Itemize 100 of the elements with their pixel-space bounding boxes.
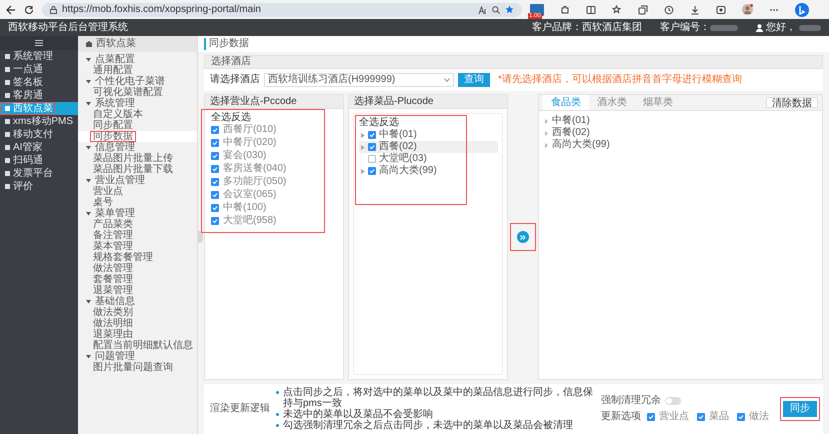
sidebar-item[interactable]: 扫码通: [0, 154, 78, 167]
square-icon: [5, 93, 10, 98]
checkbox[interactable]: [211, 165, 219, 173]
sidebar-item[interactable]: 系统管理: [0, 50, 78, 63]
bullet-icon: [276, 424, 279, 427]
menu-group[interactable]: 点菜配置: [78, 54, 197, 65]
checkbox[interactable]: [211, 178, 219, 186]
submenu-item[interactable]: 做法管理: [78, 263, 197, 274]
menu-group[interactable]: 问题管理: [78, 351, 197, 362]
select-all-link[interactable]: 全选反选: [359, 117, 498, 128]
checkbox[interactable]: [368, 167, 376, 175]
submenu-item[interactable]: 通用配置: [78, 65, 197, 76]
checkbox[interactable]: [211, 139, 219, 147]
square-icon: [5, 171, 10, 176]
submenu-item[interactable]: 配置当前明细默认信息: [78, 340, 197, 351]
sidebar-item[interactable]: AI管家: [0, 141, 78, 154]
tree-label: 西餐(02): [552, 127, 590, 138]
double-chevron-icon: [520, 234, 526, 240]
hotel-select[interactable]: 西软培训练习酒店(H999999): [264, 73, 454, 87]
caret-icon: [86, 145, 91, 150]
submenu-item[interactable]: 自定义版本: [78, 109, 197, 120]
redacted-block: [799, 24, 821, 30]
star-icon[interactable]: [505, 5, 514, 14]
submenu-item[interactable]: 做法明细: [78, 318, 197, 329]
collapse-handle[interactable]: [198, 231, 203, 243]
download-icon[interactable]: [690, 4, 700, 14]
checkbox-label: 客房送餐(040): [223, 163, 286, 175]
menu-group[interactable]: 个性化电子菜谱: [78, 76, 197, 87]
split-screen-icon[interactable]: [586, 4, 596, 14]
submenu-item[interactable]: 退菜管理: [78, 285, 197, 296]
submenu-item[interactable]: 同步配置: [78, 120, 197, 131]
submenu-item[interactable]: 产品菜类: [78, 219, 197, 230]
sidebar-item[interactable]: 发票平台: [0, 167, 78, 180]
options-label: 更新选项: [601, 411, 641, 423]
checkbox[interactable]: [211, 126, 219, 134]
menu-icon[interactable]: [35, 40, 43, 46]
b-logo-icon[interactable]: [795, 2, 809, 16]
submenu-item[interactable]: 菜本管理: [78, 241, 197, 252]
checkbox-label: 菜品: [709, 411, 729, 423]
forward-button[interactable]: [517, 231, 529, 243]
tree-node[interactable]: 大堂吧(03): [359, 153, 498, 165]
checkbox-label: 宴会(030): [223, 150, 266, 162]
checkbox[interactable]: [368, 155, 376, 163]
menu-group[interactable]: 信息管理: [78, 142, 197, 153]
checkbox[interactable]: [368, 131, 376, 139]
submenu-item[interactable]: 桌号: [78, 197, 197, 208]
checkbox[interactable]: [697, 413, 705, 421]
sidebar-item[interactable]: 客房通: [0, 89, 78, 102]
checkbox[interactable]: [211, 152, 219, 160]
submenu-item[interactable]: 图片批量问题查询: [78, 362, 197, 373]
checkbox[interactable]: [737, 413, 745, 421]
submenu-item[interactable]: 菜品图片批量上传: [78, 153, 197, 164]
bullet-icon: [276, 413, 279, 416]
sidebar-item[interactable]: 一点通: [0, 63, 78, 76]
tree-node[interactable]: 高尚大类(99): [359, 165, 498, 177]
screenshot-icon[interactable]: [716, 4, 726, 14]
sidebar-item[interactable]: 签名板: [0, 76, 78, 89]
collections-icon[interactable]: [638, 4, 648, 14]
submenu-item[interactable]: 套餐管理: [78, 274, 197, 285]
submenu-item[interactable]: 退菜理由: [78, 329, 197, 340]
chevron-down-icon: [444, 78, 450, 82]
menu-group[interactable]: 菜单管理: [78, 208, 197, 219]
note-text: 点击同步之后，将对选中的菜单以及菜中的菜品信息进行同步，信息保持与pms一致: [283, 387, 594, 409]
sidebar-item[interactable]: 评价: [0, 180, 78, 193]
submenu-item[interactable]: 做法类别: [78, 307, 197, 318]
back-icon[interactable]: [6, 4, 16, 14]
read-aloud-icon[interactable]: [478, 6, 487, 14]
submenu-item[interactable]: 规格套餐管理: [78, 252, 197, 263]
history-icon[interactable]: [664, 4, 674, 14]
favorites-icon[interactable]: [612, 4, 622, 14]
highlight-frame: [90, 131, 136, 142]
square-icon: [5, 106, 10, 111]
clear-data-button[interactable]: 清除数据: [766, 97, 818, 108]
checkbox[interactable]: [647, 413, 655, 421]
checkbox[interactable]: [211, 191, 219, 199]
square-icon: [5, 158, 10, 163]
menu-group[interactable]: 系统管理: [78, 98, 197, 109]
checkbox[interactable]: [368, 143, 376, 151]
checkbox[interactable]: [211, 204, 219, 212]
menu-group[interactable]: 基础信息: [78, 296, 197, 307]
menu-group[interactable]: 营业点管理: [78, 175, 197, 186]
tree-node[interactable]: 中餐(01): [359, 129, 498, 141]
sidebar-item[interactable]: xms移动PMS: [0, 115, 78, 128]
submenu-item[interactable]: 备注管理: [78, 230, 197, 241]
avatar-icon[interactable]: [742, 4, 753, 15]
submenu-item[interactable]: 可视化菜谱配置: [78, 87, 197, 98]
zoom-icon[interactable]: [492, 6, 500, 14]
checkbox[interactable]: [211, 217, 219, 225]
select-all-link[interactable]: 全选反选: [211, 112, 343, 123]
submenu-item[interactable]: 菜品图片批量下载: [78, 164, 197, 175]
checkbox-label: 中餐(100): [223, 202, 266, 214]
address-bar[interactable]: https://mob.foxhis.com/xopspring-portal/main: [42, 2, 522, 16]
submenu-item[interactable]: 营业点: [78, 186, 197, 197]
sidebar-item[interactable]: 移动支付: [0, 128, 78, 141]
highlight-frame: [780, 397, 820, 421]
refresh-icon[interactable]: [24, 4, 34, 14]
tree-node[interactable]: 西餐(02): [359, 141, 498, 153]
brand-text: 客户品牌：西软酒店集团: [532, 22, 642, 34]
panel-title: 选择菜品-Plucode: [354, 96, 434, 108]
toggle-switch[interactable]: [665, 397, 681, 405]
